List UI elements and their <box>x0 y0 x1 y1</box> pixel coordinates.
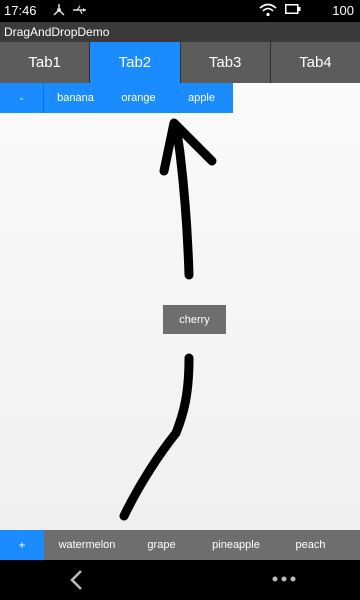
wifi-icon <box>259 3 277 20</box>
tab-1[interactable]: Tab1 <box>0 42 91 83</box>
tab-bar: Tab1 Tab2 Tab3 Tab4 <box>0 42 360 83</box>
dragged-chip-cherry[interactable]: cherry <box>163 305 226 334</box>
status-time: 17:46 <box>4 3 37 18</box>
usb-icon <box>72 3 88 20</box>
add-button[interactable]: + <box>0 530 44 560</box>
back-icon[interactable] <box>66 568 88 597</box>
drag-arrowhead <box>159 118 217 176</box>
bottom-drop-row: + watermelon grape pineapple peach <box>0 530 360 560</box>
app-title: DragAndDropDemo <box>4 25 110 39</box>
drag-drop-area: - banana orange apple cherry <box>0 83 360 530</box>
drag-arrow-upper <box>171 120 194 280</box>
app-title-bar: DragAndDropDemo <box>0 22 360 42</box>
battery-icon <box>285 3 301 18</box>
usb-debug-icon <box>52 3 66 20</box>
chip-peach[interactable]: peach <box>279 530 342 560</box>
navigation-bar <box>0 560 360 600</box>
chip-grape[interactable]: grape <box>130 530 193 560</box>
chip-pineapple[interactable]: pineapple <box>193 530 279 560</box>
status-bar: 17:46 100 <box>0 0 360 22</box>
drag-arrow-lower <box>119 353 194 521</box>
tab-2[interactable]: Tab2 <box>90 42 181 83</box>
more-icon[interactable] <box>270 571 298 592</box>
chip-watermelon[interactable]: watermelon <box>44 530 130 560</box>
tab-4[interactable]: Tab4 <box>271 42 360 83</box>
tab-3[interactable]: Tab3 <box>181 42 271 83</box>
battery-level: 100 <box>332 3 354 18</box>
